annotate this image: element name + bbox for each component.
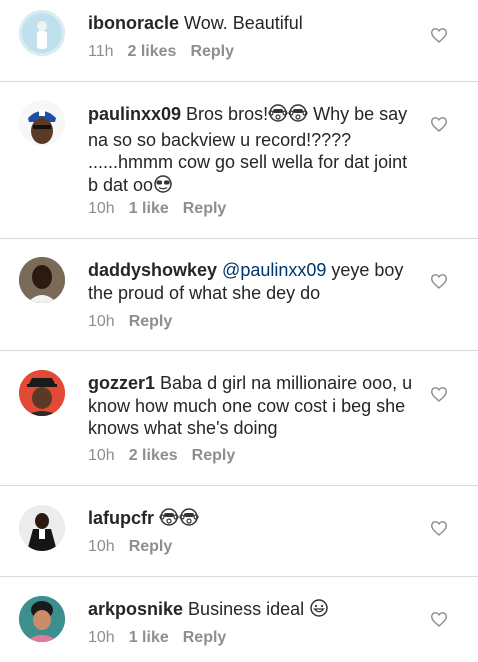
avatar[interactable]: [19, 370, 65, 416]
heart-outline-icon[interactable]: [430, 273, 448, 289]
comment-username[interactable]: paulinxx09: [88, 104, 181, 124]
comment-body: ibonoracle Wow. Beautiful: [88, 12, 418, 35]
comment-username[interactable]: gozzer1: [88, 373, 155, 393]
comment-time: 10h: [88, 538, 115, 555]
comment-time: 11h: [88, 43, 114, 60]
comment-time: 10h: [88, 200, 115, 217]
comment-item: ibonoracle Wow. Beautiful 11h 2 likes Reply: [0, 0, 478, 80]
comment-item: arkposnike Business ideal 10h 1 like Reply: [0, 577, 478, 662]
comment-item: lafupcfr 10h Reply: [0, 486, 478, 575]
comment-time: 10h: [88, 447, 115, 464]
comment-body: paulinxx09 Bros bros! Why be say na so so…: [88, 103, 418, 199]
heart-outline-icon[interactable]: [430, 611, 448, 627]
comment-mention[interactable]: @paulinxx09: [222, 260, 326, 280]
comment-body: arkposnike Business ideal: [88, 598, 418, 624]
avatar[interactable]: [19, 505, 65, 551]
comment-time: 10h: [88, 313, 115, 330]
sunglasses-emoji-icon: [153, 174, 173, 200]
heart-outline-icon[interactable]: [430, 386, 448, 402]
comment-likes[interactable]: 1 like: [129, 200, 169, 217]
reply-button[interactable]: Reply: [183, 200, 227, 217]
heart-outline-icon[interactable]: [430, 520, 448, 536]
avatar[interactable]: [19, 596, 65, 642]
comment-meta: 10h Reply: [88, 538, 186, 556]
comment-meta: 10h 1 like Reply: [88, 200, 240, 218]
comment-item: daddyshowkey @paulinxx09 yeye boy the pro…: [0, 239, 478, 349]
comment-time: 10h: [88, 629, 115, 646]
reply-button[interactable]: Reply: [129, 313, 173, 330]
avatar[interactable]: [19, 10, 65, 56]
grinning-emoji-icon: [309, 598, 329, 624]
comment-likes[interactable]: 1 like: [129, 629, 169, 646]
monkey-emoji-icon: [288, 103, 308, 129]
monkey-emoji-icon: [268, 103, 288, 129]
reply-button[interactable]: Reply: [190, 43, 234, 60]
comment-likes[interactable]: 2 likes: [128, 43, 177, 60]
comment-username[interactable]: arkposnike: [88, 599, 183, 619]
heart-outline-icon[interactable]: [430, 27, 448, 43]
reply-button[interactable]: Reply: [129, 538, 173, 555]
avatar[interactable]: [19, 100, 65, 146]
comment-text: Business ideal: [188, 599, 305, 619]
comment-text: Wow. Beautiful: [184, 13, 303, 33]
comment-item: gozzer1 Baba d girl na millionaire ooo, u…: [0, 351, 478, 484]
comment-item: paulinxx09 Bros bros! Why be say na so so…: [0, 82, 478, 237]
monkey-emoji-icon: [179, 507, 199, 533]
comment-body: lafupcfr: [88, 507, 418, 533]
comment-username[interactable]: ibonoracle: [88, 13, 179, 33]
comment-likes[interactable]: 2 likes: [129, 447, 178, 464]
heart-outline-icon[interactable]: [430, 116, 448, 132]
comment-text: Bros bros!: [186, 104, 269, 124]
comment-meta: 10h 1 like Reply: [88, 629, 240, 647]
comment-body: daddyshowkey @paulinxx09 yeye boy the pro…: [88, 259, 418, 304]
reply-button[interactable]: Reply: [192, 447, 236, 464]
comment-username[interactable]: daddyshowkey: [88, 260, 217, 280]
comment-meta: 11h 2 likes Reply: [88, 43, 248, 61]
reply-button[interactable]: Reply: [183, 629, 227, 646]
comment-meta: 10h 2 likes Reply: [88, 447, 249, 465]
comment-username[interactable]: lafupcfr: [88, 508, 154, 528]
comment-meta: 10h Reply: [88, 313, 186, 331]
monkey-emoji-icon: [159, 507, 179, 533]
avatar[interactable]: [19, 257, 65, 303]
comment-body: gozzer1 Baba d girl na millionaire ooo, u…: [88, 372, 418, 440]
